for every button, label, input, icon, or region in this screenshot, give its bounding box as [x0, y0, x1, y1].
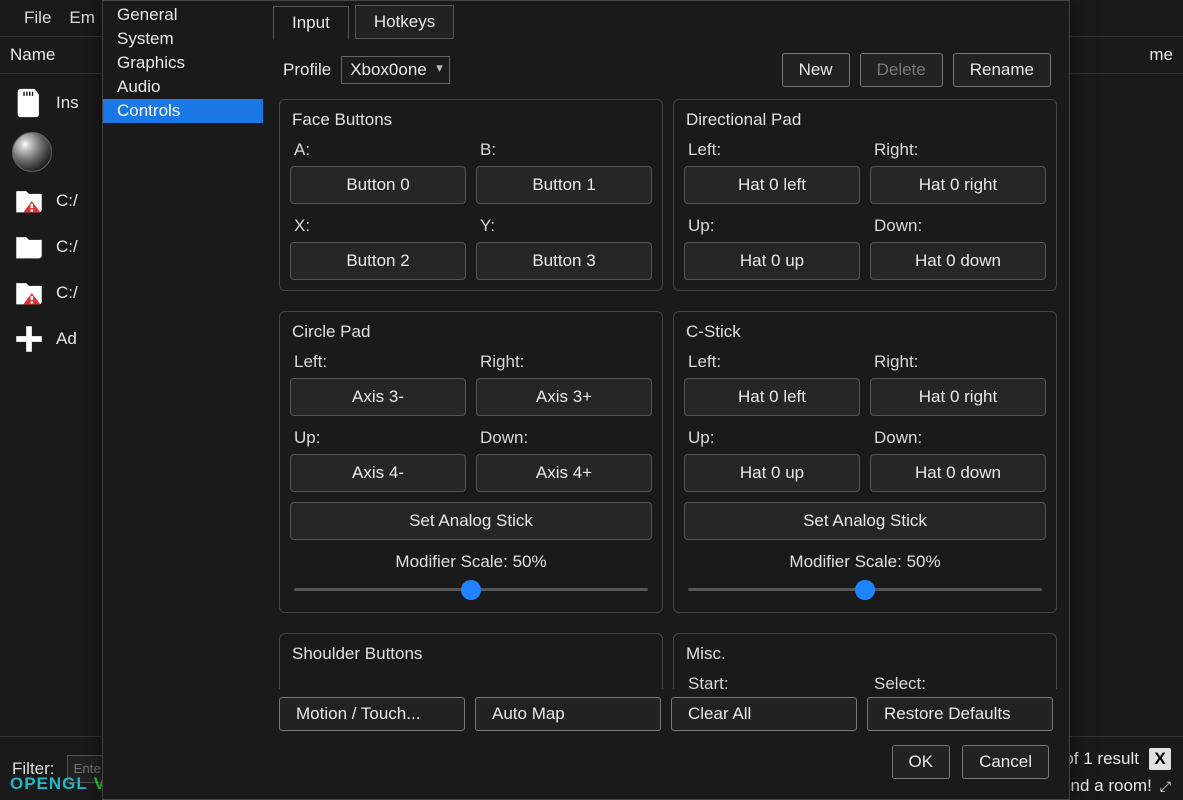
col-right: me	[1149, 45, 1173, 65]
group-title: Face Buttons	[290, 108, 652, 136]
settings-sidebar: General System Graphics Audio Controls	[103, 1, 263, 799]
set-analog-circle[interactable]: Set Analog Stick	[290, 502, 652, 540]
bind-label: Y:	[476, 212, 652, 240]
list-item-label: C:/	[56, 191, 78, 211]
bind-label: Right:	[870, 136, 1046, 164]
sidebar-item-system[interactable]: System	[103, 27, 263, 51]
bind-cstick-down[interactable]: Hat 0 down	[870, 454, 1046, 492]
list-item-label: C:/	[56, 283, 78, 303]
modifier-scale-label: Modifier Scale: 50%	[290, 552, 652, 572]
cancel-button[interactable]: Cancel	[962, 745, 1049, 779]
plus-icon	[12, 322, 46, 356]
profile-select[interactable]: Xbox0one	[341, 56, 450, 84]
bind-cstick-up[interactable]: Hat 0 up	[684, 454, 860, 492]
group-circle-pad: Circle Pad Left:Axis 3- Right:Axis 3+ Up…	[279, 311, 663, 613]
bind-label: X:	[290, 212, 466, 240]
bind-circle-left[interactable]: Axis 3-	[290, 378, 466, 416]
bind-label: Down:	[870, 424, 1046, 452]
folder-alert-icon	[12, 276, 46, 310]
bind-dpad-up[interactable]: Hat 0 up	[684, 242, 860, 280]
folder-icon	[12, 230, 46, 264]
group-dpad: Directional Pad Left:Hat 0 left Right:Ha…	[673, 99, 1057, 291]
bind-dpad-right[interactable]: Hat 0 right	[870, 166, 1046, 204]
sphere-icon	[12, 132, 52, 172]
list-item-label: C:/	[56, 237, 78, 257]
result-count: of 1 result	[1064, 749, 1139, 769]
modifier-scale-slider[interactable]	[294, 578, 648, 602]
bind-circle-right[interactable]: Axis 3+	[476, 378, 652, 416]
folder-alert-icon	[12, 184, 46, 218]
group-cstick: C-Stick Left:Hat 0 left Right:Hat 0 righ…	[673, 311, 1057, 613]
new-button[interactable]: New	[782, 53, 850, 87]
bind-label: Start:	[684, 670, 860, 689]
list-item-label: Ins	[56, 93, 79, 113]
profile-label: Profile	[283, 60, 331, 80]
bind-label: B:	[476, 136, 652, 164]
renderer-label: OPENGL	[10, 774, 88, 794]
bindings-scroll[interactable]: Face Buttons A:Button 0 B:Button 1 X:But…	[269, 97, 1063, 689]
modifier-scale-slider[interactable]	[688, 578, 1042, 602]
delete-button[interactable]: Delete	[860, 53, 943, 87]
bind-dpad-down[interactable]: Hat 0 down	[870, 242, 1046, 280]
bind-dpad-left[interactable]: Hat 0 left	[684, 166, 860, 204]
tabs: Input Hotkeys	[269, 1, 1063, 39]
sidebar-item-audio[interactable]: Audio	[103, 75, 263, 99]
group-title: C-Stick	[684, 320, 1046, 348]
bind-label: Down:	[870, 212, 1046, 240]
bind-label: Down:	[476, 424, 652, 452]
bind-label: Left:	[684, 136, 860, 164]
sd-card-icon	[12, 86, 46, 120]
clear-all-button[interactable]: Clear All	[671, 697, 857, 731]
group-title: Directional Pad	[684, 108, 1046, 136]
bind-circle-down[interactable]: Axis 4+	[476, 454, 652, 492]
bind-label: Up:	[684, 212, 860, 240]
group-shoulder: Shoulder Buttons L: R:	[279, 633, 663, 689]
sidebar-item-general[interactable]: General	[103, 3, 263, 27]
settings-dialog: General System Graphics Audio Controls I…	[102, 0, 1070, 800]
bind-a[interactable]: Button 0	[290, 166, 466, 204]
group-face-buttons: Face Buttons A:Button 0 B:Button 1 X:But…	[279, 99, 663, 291]
set-analog-cstick[interactable]: Set Analog Stick	[684, 502, 1046, 540]
col-name: Name	[10, 45, 55, 65]
restore-defaults-button[interactable]: Restore Defaults	[867, 697, 1053, 731]
menu-file[interactable]: File	[24, 8, 51, 28]
list-item-label: Ad	[56, 329, 77, 349]
sidebar-item-controls[interactable]: Controls	[103, 99, 263, 123]
bind-label: Left:	[684, 348, 860, 376]
bind-y[interactable]: Button 3	[476, 242, 652, 280]
sidebar-item-graphics[interactable]: Graphics	[103, 51, 263, 75]
group-title: Circle Pad	[290, 320, 652, 348]
bind-label: Up:	[290, 424, 466, 452]
motion-touch-button[interactable]: Motion / Touch...	[279, 697, 465, 731]
modifier-scale-label: Modifier Scale: 50%	[684, 552, 1046, 572]
bind-circle-up[interactable]: Axis 4-	[290, 454, 466, 492]
tab-input[interactable]: Input	[273, 6, 349, 40]
bind-x[interactable]: Button 2	[290, 242, 466, 280]
bind-b[interactable]: Button 1	[476, 166, 652, 204]
bind-label: Right:	[476, 348, 652, 376]
bind-label: Up:	[684, 424, 860, 452]
bind-cstick-right[interactable]: Hat 0 right	[870, 378, 1046, 416]
group-title: Shoulder Buttons	[290, 642, 652, 670]
bind-label: Left:	[290, 348, 466, 376]
group-misc: Misc. Start:Button 7 Select:Button 6 Hom…	[673, 633, 1057, 689]
bind-label: Right:	[870, 348, 1046, 376]
bind-cstick-left[interactable]: Hat 0 left	[684, 378, 860, 416]
close-filter-button[interactable]: X	[1149, 748, 1171, 770]
bind-label: A:	[290, 136, 466, 164]
ok-button[interactable]: OK	[892, 745, 951, 779]
room-status: nd a room!	[1071, 776, 1152, 796]
group-title: Misc.	[684, 642, 1046, 670]
menu-emulation[interactable]: Em	[69, 8, 95, 28]
tab-hotkeys[interactable]: Hotkeys	[355, 5, 454, 39]
auto-map-button[interactable]: Auto Map	[475, 697, 661, 731]
rename-button[interactable]: Rename	[953, 53, 1051, 87]
expand-icon[interactable]: ⤢	[1160, 778, 1171, 795]
bind-label: Select:	[870, 670, 1046, 689]
